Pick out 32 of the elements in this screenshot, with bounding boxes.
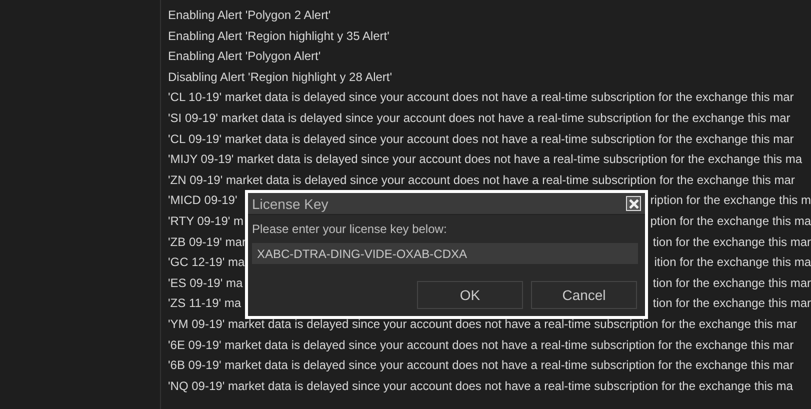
log-line: Disabling Alert 'Region highlight y 28 Alert' bbox=[168, 70, 392, 84]
log-line: 'RTY 09-19' m bbox=[168, 212, 244, 230]
log-line: tion for the exchange this mar bbox=[652, 295, 811, 312]
ok-button[interactable]: OK bbox=[417, 281, 523, 309]
log-line: 'ES 09-19' ma bbox=[168, 274, 243, 292]
log-line: 'ZB 09-19' mar bbox=[168, 234, 246, 251]
log-line: ition for the exchange this ma bbox=[654, 254, 811, 272]
license-key-field[interactable]: XABC-DTRA-DING-VIDE-OXAB-CDXA bbox=[252, 243, 638, 264]
log-line: 'YM 09-19' market data is delayed since your account does not have a real-time subscription for the exchange this mar bbox=[168, 316, 797, 331]
dialog-title: License Key bbox=[252, 196, 328, 212]
log-line: 'CL 09-19' market data is delayed since your account does not have a real-time subscription for the exchange this mar bbox=[168, 132, 794, 146]
prompt-text: Please enter your license key below: bbox=[252, 221, 448, 237]
log-line: 'ZS 11-19' ma bbox=[168, 295, 242, 312]
log-line: 'CL 10-19' market data is delayed since your account does not have a real-time subscription for the exchange this mar bbox=[168, 90, 794, 104]
log-line: tion for the exchange this mar bbox=[652, 274, 811, 292]
log-line: 'NQ 09-19' market data is delayed since your account does not have a real-time subscription for the exchange this ma bbox=[168, 378, 793, 393]
log-line: Enabling Alert 'Polygon Alert' bbox=[168, 49, 321, 64]
log-line: ription for the exchange this m bbox=[650, 192, 811, 210]
log-line: Enabling Alert 'Polygon 2 Alert' bbox=[168, 8, 331, 22]
log-line: 'MICD 09-19' bbox=[168, 192, 238, 210]
log-line: 'ZN 09-19' market data is delayed since your account does not have a real-time subscription for the exchange this mar bbox=[168, 172, 795, 187]
log-line: Enabling Alert 'Region highlight y 35 Alert' bbox=[168, 28, 390, 43]
log-line: '6B 09-19' market data is delayed since your account does not have a real-time subscription for the exchange this mar bbox=[168, 358, 794, 372]
log-line: '6E 09-19' market data is delayed since your account does not have a real-time subscription for the exchange this mar bbox=[168, 338, 794, 352]
log-line: 'SI 09-19' market data is delayed since your account does not have a real-time subscription for the exchange this mar bbox=[168, 110, 790, 125]
log-line: 'MIJY 09-19' market data is delayed since your account does not have a real-time subscription for the exchange this ma bbox=[168, 152, 802, 166]
cancel-button[interactable]: Cancel bbox=[531, 281, 637, 309]
log-line: ption for the exchange this ma bbox=[650, 212, 811, 230]
log-line: 'GC 12-19' ma bbox=[168, 254, 245, 272]
close-icon bbox=[628, 198, 638, 208]
log-line: tion for the exchange this mar bbox=[652, 234, 811, 251]
close-button[interactable] bbox=[626, 196, 641, 211]
